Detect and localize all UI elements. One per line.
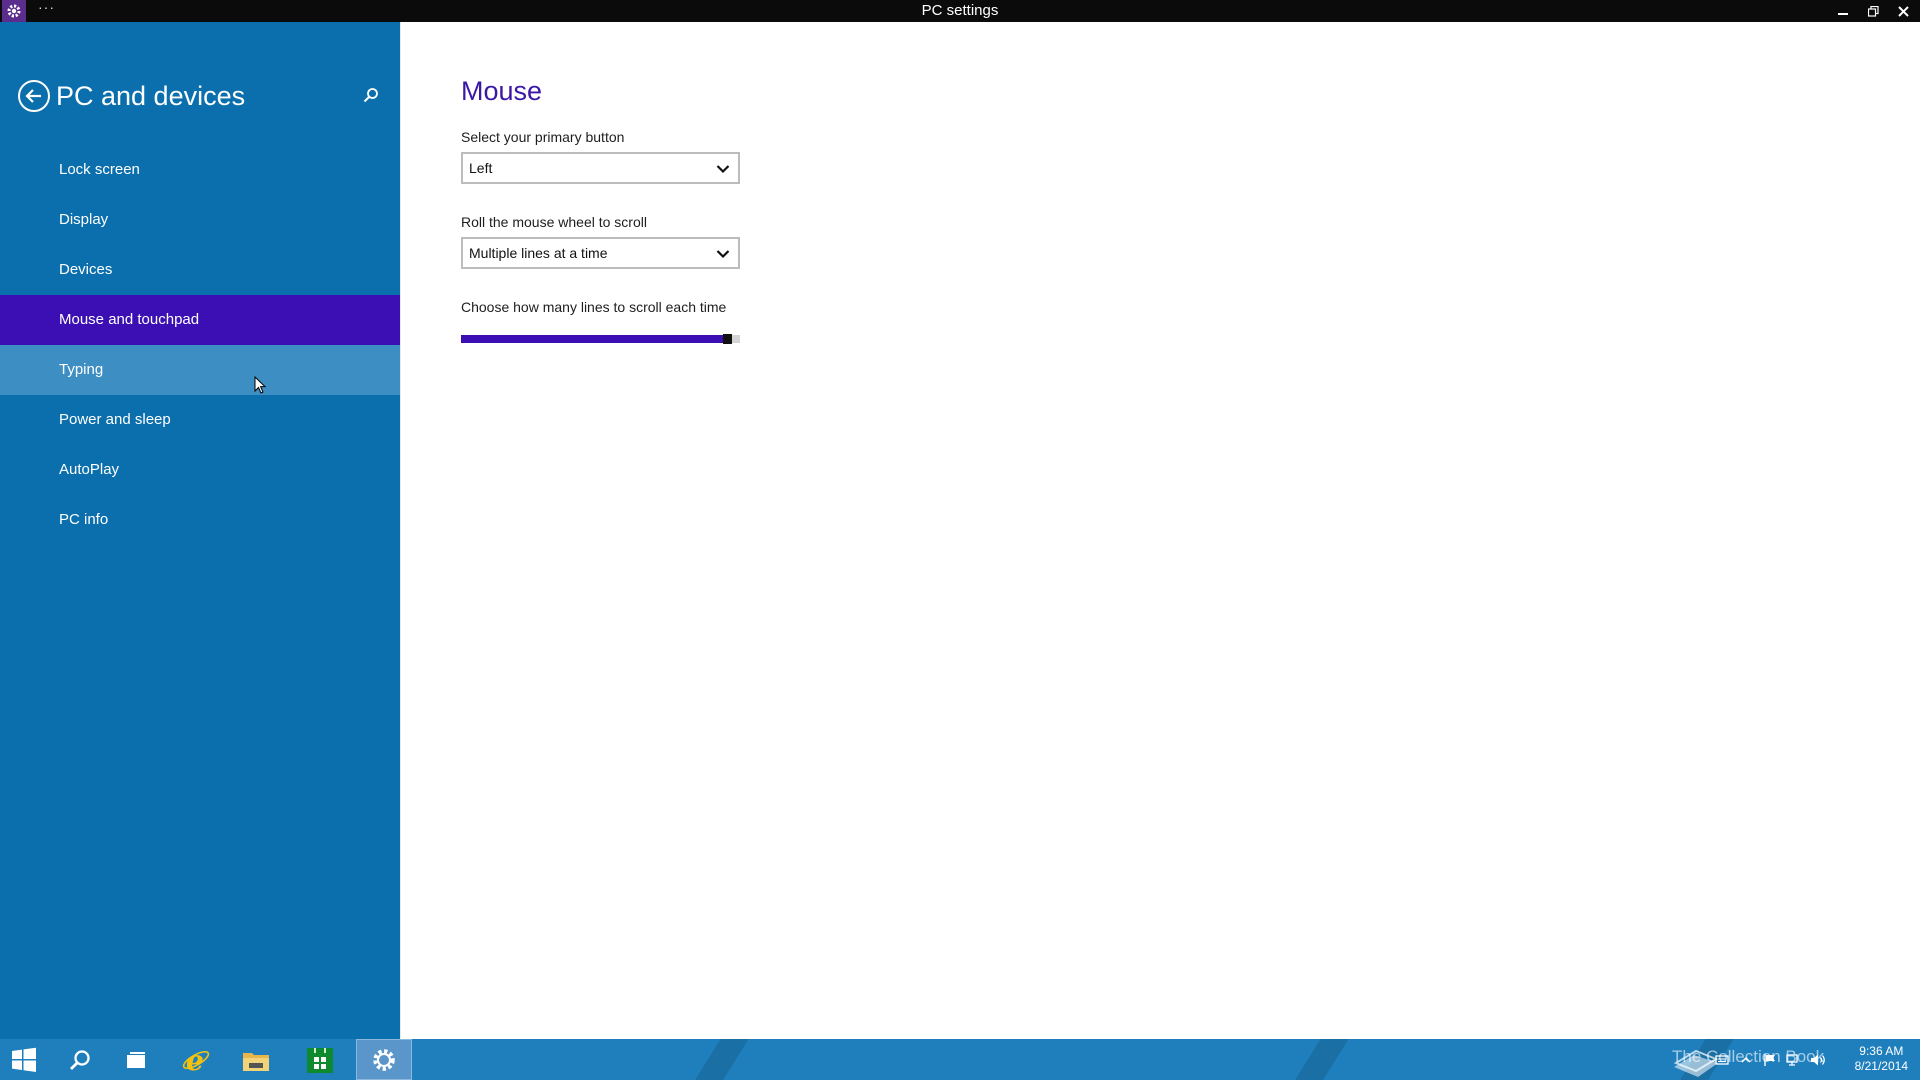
chevron-down-icon xyxy=(714,245,732,263)
slider-fill xyxy=(461,335,732,343)
sidebar-item-label: Mouse and touchpad xyxy=(59,311,200,328)
system-tray xyxy=(1710,1039,1830,1080)
sidebar-item-typing[interactable]: Typing xyxy=(0,345,400,395)
search-icon[interactable] xyxy=(56,1039,104,1080)
sidebar-item-power-and-sleep[interactable]: Power and sleep xyxy=(0,395,400,445)
search-icon[interactable] xyxy=(358,82,384,108)
sidebar: PC and devices Lock screen Display Devic… xyxy=(0,22,400,1039)
back-arrow-icon[interactable] xyxy=(18,80,50,112)
primary-button-value: Left xyxy=(469,160,493,176)
lines-slider[interactable] xyxy=(461,334,740,344)
sidebar-item-label: Display xyxy=(59,211,109,228)
start-icon[interactable] xyxy=(0,1039,48,1080)
window-title: PC settings xyxy=(921,2,999,19)
sidebar-item-autoplay[interactable]: AutoPlay xyxy=(0,445,400,495)
page-title: Mouse xyxy=(461,76,543,106)
chevron-up-icon[interactable] xyxy=(1737,1051,1755,1069)
sidebar-nav: Lock screen Display Devices Mouse and to… xyxy=(0,145,400,545)
sidebar-item-label: AutoPlay xyxy=(59,461,120,478)
main-content: Mouse Select your primary button Left Ro… xyxy=(400,22,1920,1039)
sidebar-item-devices[interactable]: Devices xyxy=(0,245,400,295)
taskbar-decoration xyxy=(1283,1039,1355,1080)
sidebar-item-label: Power and sleep xyxy=(59,411,171,428)
wheel-scroll-value: Multiple lines at a time xyxy=(469,245,608,261)
sidebar-item-label: Devices xyxy=(59,261,113,278)
chevron-down-icon xyxy=(714,160,732,178)
sidebar-item-lock-screen[interactable]: Lock screen xyxy=(0,145,400,195)
taskbar-decoration xyxy=(683,1039,755,1080)
volume-icon[interactable] xyxy=(1809,1051,1827,1069)
internet-explorer-icon[interactable]: e xyxy=(172,1039,220,1080)
restore-icon[interactable] xyxy=(1858,0,1888,22)
wheel-scroll-dropdown[interactable]: Multiple lines at a time xyxy=(461,237,740,269)
taskbar-clock[interactable]: 9:36 AM 8/21/2014 xyxy=(1855,1044,1908,1074)
flag-icon[interactable] xyxy=(1761,1051,1779,1069)
primary-button-dropdown[interactable]: Left xyxy=(461,152,740,184)
file-explorer-icon[interactable] xyxy=(232,1039,280,1080)
settings-icon[interactable] xyxy=(356,1039,412,1080)
task-view-icon[interactable] xyxy=(112,1039,160,1080)
store-icon[interactable] xyxy=(296,1039,344,1080)
keyboard-icon[interactable] xyxy=(1713,1051,1731,1069)
taskbar: e The Collection Book 9:36 AM 8/21/2014 xyxy=(0,1039,1920,1080)
sidebar-header: PC and devices xyxy=(18,76,245,116)
sidebar-item-display[interactable]: Display xyxy=(0,195,400,245)
network-icon[interactable] xyxy=(1785,1051,1803,1069)
sidebar-item-label: Lock screen xyxy=(59,161,140,178)
sidebar-item-pc-info[interactable]: PC info xyxy=(0,495,400,545)
sidebar-item-label: Typing xyxy=(59,361,104,378)
clock-date: 8/21/2014 xyxy=(1854,1059,1908,1073)
title-bar: ··· PC settings xyxy=(0,0,1920,22)
sidebar-item-label: PC info xyxy=(59,511,109,528)
clock-time: 9:36 AM xyxy=(1859,1044,1904,1058)
close-icon[interactable] xyxy=(1888,0,1918,22)
lines-slider-label: Choose how many lines to scroll each tim… xyxy=(461,299,727,315)
sidebar-item-mouse-and-touchpad[interactable]: Mouse and touchpad xyxy=(0,295,400,345)
minimize-icon[interactable] xyxy=(1828,0,1858,22)
sidebar-title: PC and devices xyxy=(56,80,246,111)
wheel-scroll-label: Roll the mouse wheel to scroll xyxy=(461,214,647,230)
mouse-cursor-icon xyxy=(254,376,267,394)
slider-thumb[interactable] xyxy=(723,334,732,344)
primary-button-label: Select your primary button xyxy=(461,129,625,145)
